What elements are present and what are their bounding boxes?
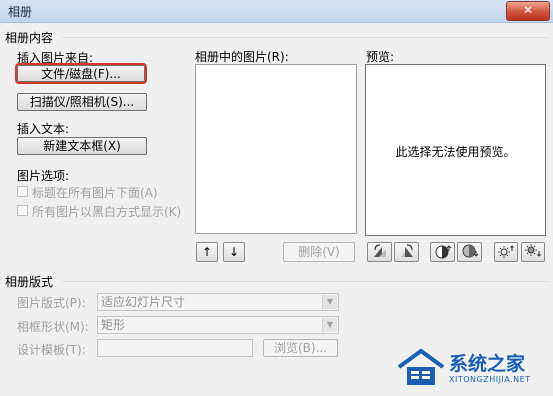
group-divider [62,37,548,38]
house-logo-icon [397,348,445,385]
contrast-up-button[interactable] [430,242,455,262]
rotate-right-button[interactable] [394,242,419,262]
rotate-left-button[interactable] [367,242,392,262]
watermark-brand: 系统之家 [449,353,526,375]
picture-options-label: 图片选项: [17,169,70,183]
new-textbox-button[interactable]: 新建文本框(X) [17,137,147,155]
album-content-group-label: 相册内容 [5,31,54,45]
captions-checkbox[interactable] [17,186,28,197]
picture-layout-value: 适应幻灯片尺寸 [101,295,186,309]
chevron-down-icon: ▼ [322,295,337,309]
preview-message: 此选择无法使用预览。 [395,145,516,159]
brightness-down-icon [525,244,541,257]
insert-picture-label: 插入图片来自: [17,51,94,65]
blackwhite-checkbox[interactable] [17,205,28,216]
chevron-down-icon: ▼ [322,318,337,332]
insert-text-label: 插入文本: [17,122,70,136]
contrast-up-icon [435,245,451,259]
site-watermark: 系统之家 XITONGZHIJIA.NET [395,345,550,393]
frame-shape-value: 矩形 [101,318,126,332]
contrast-down-button[interactable] [457,242,482,262]
move-down-button[interactable]: ↓ [223,242,245,262]
brightness-up-button[interactable] [494,242,518,262]
brightness-up-icon [498,245,514,258]
brightness-down-button[interactable] [521,242,545,262]
frame-shape-select[interactable]: 矩形 ▼ [97,316,339,334]
group-divider [62,281,548,282]
captions-option-label: 标题在所有图片下面(A) [32,186,158,200]
title-bar: 相册 ✕ [0,0,553,23]
rotate-right-icon [400,244,413,257]
arrow-down-icon: ↓ [228,245,240,259]
rotate-left-icon [373,244,386,257]
arrow-up-icon: ↑ [201,245,213,259]
picture-layout-label: 图片版式(P): [17,296,86,310]
file-disk-button[interactable]: 文件/磁盘(F)... [15,63,147,84]
remove-button[interactable]: 删除(V) [283,242,355,262]
album-layout-group-label: 相册版式 [5,275,54,289]
design-template-label: 设计模板(T): [17,343,86,357]
browse-button[interactable]: 浏览(B)... [263,339,338,357]
scanner-camera-button[interactable]: 扫描仪/照相机(S)... [17,93,147,111]
design-template-field[interactable] [97,339,253,357]
move-up-button[interactable]: ↑ [196,242,218,262]
contrast-down-icon [462,244,478,258]
watermark-url: XITONGZHIJIA.NET [449,375,531,384]
pictures-in-album-label: 相册中的图片(R): [195,50,289,64]
picture-layout-select[interactable]: 适应幻灯片尺寸 ▼ [97,293,339,311]
preview-label: 预览: [366,50,395,64]
blackwhite-option-label: 所有图片以黑白方式显示(K) [32,205,182,219]
window-title: 相册 [8,5,33,19]
frame-shape-label: 相框形状(M): [17,320,89,334]
preview-pane: 此选择无法使用预览。 [365,64,546,236]
pictures-listbox[interactable] [195,64,357,234]
close-button[interactable]: ✕ [506,1,550,21]
